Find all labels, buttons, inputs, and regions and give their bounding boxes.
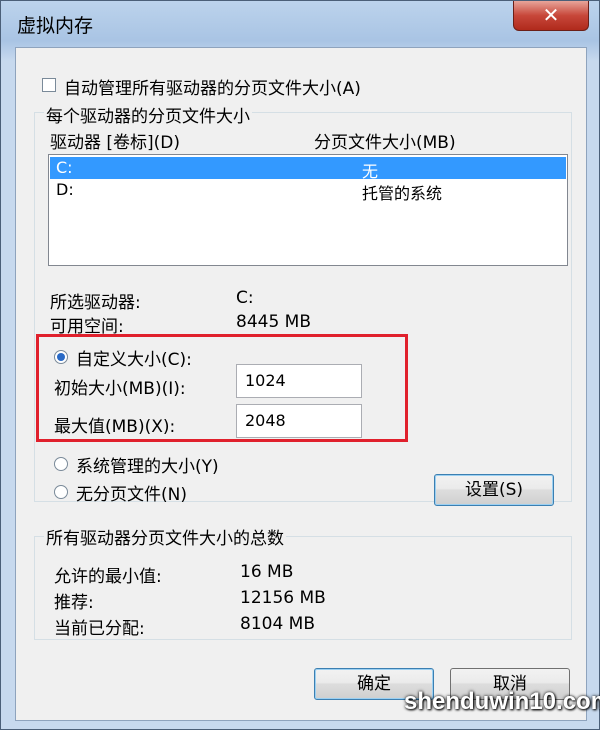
recommended-label: 推荐: <box>54 593 94 613</box>
drive-row-c[interactable]: C: 无 <box>50 157 566 181</box>
allocated-value: 8104 MB <box>240 614 315 634</box>
set-button[interactable]: 设置(S) <box>434 474 554 506</box>
dialog-window: 虚拟内存 ✕ 自动管理所有驱动器的分页文件大小(A) 每个驱动器的分页文件大小 … <box>0 0 600 730</box>
drive-letter: C: <box>56 158 73 177</box>
min-allowed-value: 16 MB <box>240 562 294 582</box>
no-paging-label[interactable]: 无分页文件(N) <box>76 480 187 505</box>
close-button[interactable]: ✕ <box>513 1 589 31</box>
auto-manage-checkbox[interactable] <box>42 78 56 92</box>
highlight-box <box>36 334 408 442</box>
dialog-content: 自动管理所有驱动器的分页文件大小(A) 每个驱动器的分页文件大小 驱动器 [卷标… <box>15 47 587 721</box>
window-title: 虚拟内存 <box>17 15 94 37</box>
watermark-text: shenduwin10.com <box>404 688 600 715</box>
auto-manage-label[interactable]: 自动管理所有驱动器的分页文件大小(A) <box>64 74 361 99</box>
drive-list[interactable]: C: 无 D: 托管的系统 <box>48 154 568 266</box>
totals-group-title: 所有驱动器分页文件大小的总数 <box>44 524 286 549</box>
min-allowed-label: 允许的最小值: <box>54 567 162 587</box>
size-column-header: 分页文件大小(MB) <box>314 133 456 153</box>
paging-size: 托管的系统 <box>362 184 443 203</box>
recommended-value: 12156 MB <box>240 588 326 608</box>
title-bar[interactable]: 虚拟内存 ✕ <box>1 1 600 47</box>
system-managed-label[interactable]: 系统管理的大小(Y) <box>76 452 219 477</box>
drive-row-d[interactable]: D: 托管的系统 <box>50 179 566 203</box>
allocated-label: 当前已分配: <box>54 619 145 639</box>
per-drive-group-title: 每个驱动器的分页文件大小 <box>44 102 252 127</box>
drive-letter: D: <box>56 180 74 199</box>
system-managed-radio[interactable] <box>54 457 68 471</box>
no-paging-radio[interactable] <box>54 485 68 499</box>
drive-column-header: 驱动器 [卷标](D) <box>50 133 181 153</box>
close-icon: ✕ <box>542 3 560 27</box>
selected-drive-label: 所选驱动器: <box>50 293 141 313</box>
free-space-value: 8445 MB <box>236 312 311 332</box>
selected-drive-value: C: <box>236 288 254 308</box>
